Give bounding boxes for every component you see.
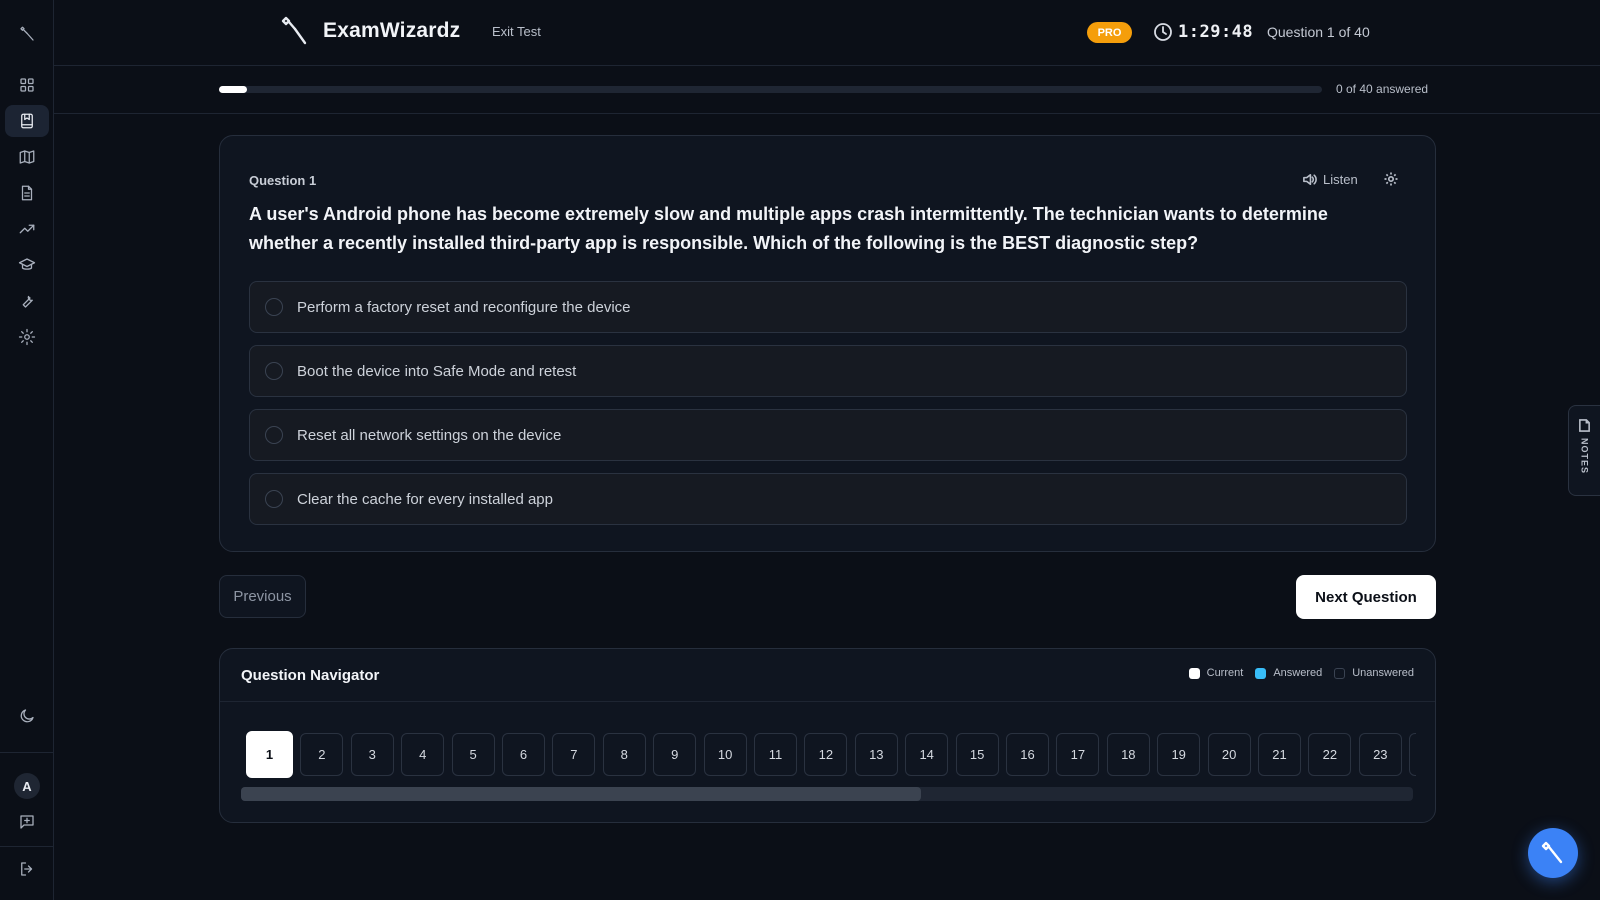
answer-option[interactable]: Reset all network settings on the device: [249, 409, 1407, 461]
next-question-button[interactable]: Next Question: [1296, 575, 1436, 619]
answer-option[interactable]: Perform a factory reset and reconfigure …: [249, 281, 1407, 333]
sidebar-divider: [0, 752, 54, 753]
legend-unanswered-label: Unanswered: [1352, 667, 1414, 679]
navigator-scrollbar[interactable]: [241, 787, 1413, 801]
navigator-scroll-thumb[interactable]: [241, 787, 921, 801]
question-nav-button[interactable]: 7: [552, 733, 596, 776]
question-nav-button[interactable]: 12: [804, 733, 848, 776]
question-card: Question 1 Listen A user's Android phone…: [219, 135, 1436, 552]
question-nav-button[interactable]: 11: [754, 733, 797, 776]
question-nav-button[interactable]: 13: [854, 733, 898, 776]
question-nav-button[interactable]: 16: [1006, 733, 1049, 776]
dashboard-icon[interactable]: [5, 69, 49, 101]
progress-bar: [219, 86, 1322, 93]
logout-icon[interactable]: [5, 853, 49, 885]
progress-divider: [54, 113, 1600, 114]
question-nav-button[interactable]: 21: [1258, 733, 1301, 776]
sidebar-divider: [0, 846, 54, 847]
radio-button[interactable]: [265, 426, 283, 444]
question-nav-button[interactable]: 18: [1106, 733, 1150, 776]
bookmark-book-icon[interactable]: [5, 105, 49, 137]
logo-wand-icon[interactable]: [5, 18, 49, 50]
graduation-cap-icon[interactable]: [5, 249, 49, 281]
question-counter: Question 1 of 40: [1267, 24, 1370, 40]
answer-option-label: Perform a factory reset and reconfigure …: [297, 298, 631, 316]
progress-label: 0 of 40 answered: [1336, 82, 1429, 96]
question-nav-button[interactable]: 3: [350, 733, 394, 776]
top-header: ExamWizardz Exit Test PRO 1:29:48 Questi…: [54, 0, 1600, 66]
navigator-divider: [220, 701, 1435, 702]
radio-button[interactable]: [265, 362, 283, 380]
question-nav-button[interactable]: 9: [653, 733, 697, 776]
settings-icon[interactable]: [5, 321, 49, 353]
question-number: Question 1: [249, 173, 317, 188]
legend-answered: Answered: [1255, 667, 1322, 679]
question-text: A user's Android phone has become extrem…: [249, 204, 1328, 253]
wizard-assistant-button[interactable]: [1528, 828, 1578, 878]
trending-up-icon[interactable]: [5, 213, 49, 245]
radio-button[interactable]: [265, 490, 283, 508]
exit-test-link[interactable]: Exit Test: [492, 24, 541, 39]
answer-option-label: Clear the cache for every installed app: [297, 490, 553, 508]
question-nav-button[interactable]: 19: [1157, 733, 1201, 776]
question-nav-button[interactable]: 23: [1358, 733, 1402, 776]
question-nav-button-current[interactable]: 1: [246, 731, 293, 778]
question-nav-button[interactable]: 20: [1207, 733, 1251, 776]
legend-current: Current: [1188, 667, 1244, 679]
speaker-icon: [1303, 174, 1317, 185]
question-number-strip: 123456789101112131415161718192021222324: [246, 731, 1416, 779]
wrench-icon[interactable]: [5, 285, 49, 317]
legend-swatch-current: [1188, 667, 1200, 679]
notes-tab-label: NOTES: [1579, 438, 1590, 475]
clock-icon: [1153, 22, 1173, 42]
map-icon[interactable]: [5, 141, 49, 173]
moon-icon[interactable]: [5, 700, 49, 732]
question-nav-button[interactable]: 15: [955, 733, 999, 776]
notes-tab[interactable]: NOTES: [1568, 405, 1600, 496]
avatar[interactable]: A: [14, 773, 40, 799]
navigator-title: Question Navigator: [241, 667, 380, 684]
brand-wand-icon: [280, 14, 310, 48]
question-nav-button[interactable]: 10: [703, 733, 747, 776]
pro-badge: PRO: [1087, 22, 1132, 43]
feedback-icon[interactable]: [5, 806, 49, 838]
question-nav-button[interactable]: 14: [905, 733, 949, 776]
legend-swatch-answered: [1255, 667, 1267, 679]
exam-timer: 1:29:48: [1178, 22, 1254, 42]
question-nav-button[interactable]: 17: [1056, 733, 1100, 776]
legend-unanswered: Unanswered: [1334, 667, 1414, 679]
listen-label: Listen: [1323, 172, 1358, 187]
listen-button[interactable]: Listen: [1302, 172, 1358, 187]
sidebar: A: [0, 0, 54, 900]
question-nav-button[interactable]: 5: [451, 733, 495, 776]
question-nav-button[interactable]: 2: [300, 733, 344, 776]
legend-answered-label: Answered: [1273, 667, 1323, 679]
question-nav-button[interactable]: 22: [1308, 733, 1352, 776]
question-nav-button[interactable]: 4: [401, 733, 445, 776]
question-settings-icon[interactable]: [1383, 171, 1401, 189]
navigator-legend: Current Answered Unanswered: [1188, 667, 1414, 679]
wand-icon: [1541, 841, 1563, 864]
question-nav-button[interactable]: 6: [502, 733, 545, 776]
legend-current-label: Current: [1206, 667, 1244, 679]
answer-option-label: Boot the device into Safe Mode and retes…: [297, 362, 577, 380]
radio-button[interactable]: [265, 298, 283, 316]
progress-fill: [219, 86, 247, 93]
app-title: ExamWizardz: [323, 19, 461, 42]
answer-option[interactable]: Boot the device into Safe Mode and retes…: [249, 345, 1407, 397]
answer-option[interactable]: Clear the cache for every installed app: [249, 473, 1407, 525]
document-icon[interactable]: [5, 177, 49, 209]
note-icon: [1579, 419, 1590, 432]
question-nav-button[interactable]: 24: [1409, 733, 1416, 776]
legend-swatch-unanswered: [1334, 667, 1346, 679]
question-navigator: Question Navigator Current Answered Unan…: [219, 648, 1436, 823]
answer-option-label: Reset all network settings on the device: [297, 426, 562, 444]
question-nav-button[interactable]: 8: [602, 733, 646, 776]
previous-button[interactable]: Previous: [219, 575, 306, 618]
